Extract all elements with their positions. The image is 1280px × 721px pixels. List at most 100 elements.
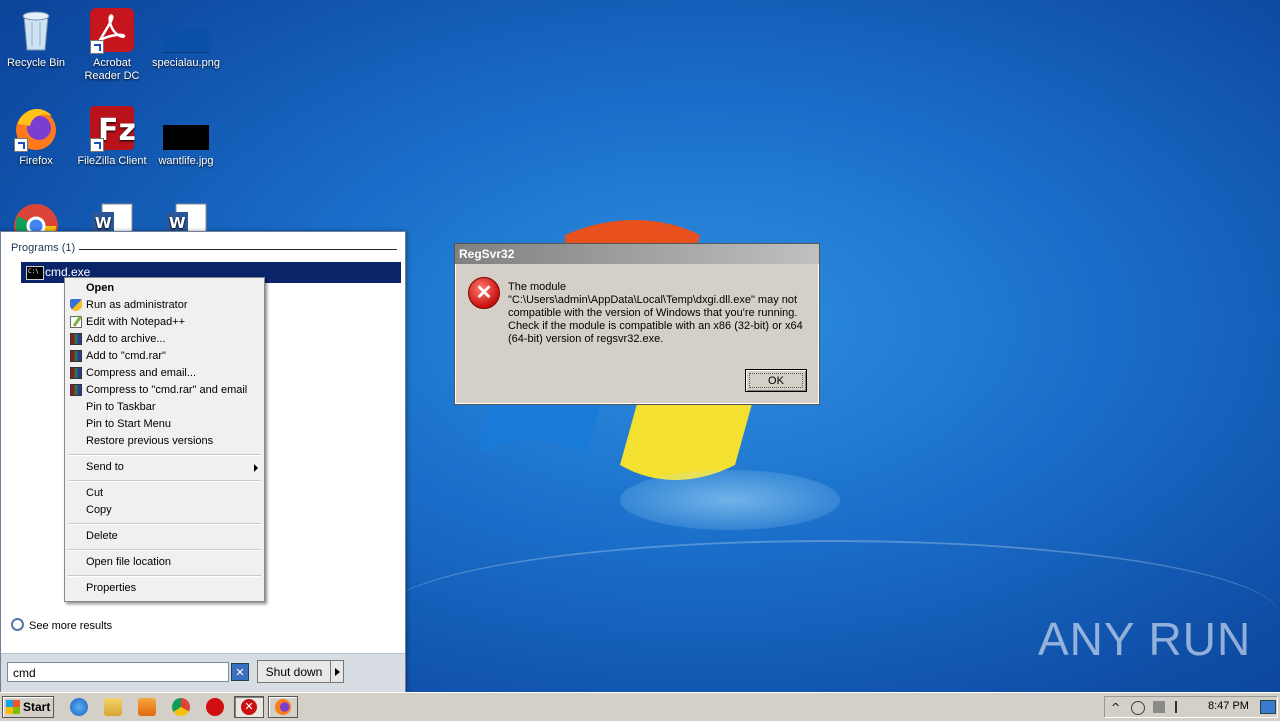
menu-separator bbox=[68, 523, 261, 525]
menu-item-label: Pin to Taskbar bbox=[86, 401, 156, 413]
menu-item-add-to-archive[interactable]: Add to archive... bbox=[65, 331, 264, 348]
submenu-arrow-icon bbox=[254, 464, 258, 472]
desktop-icon-label: wantlife.jpg bbox=[158, 155, 214, 167]
start-label: Start bbox=[23, 700, 51, 714]
stop-sign-icon[interactable] bbox=[206, 698, 224, 716]
menu-item-label: Open bbox=[86, 282, 115, 294]
image-file-icon bbox=[162, 104, 210, 152]
internet-explorer-icon[interactable] bbox=[70, 698, 88, 716]
desktop-icon-recycle-bin[interactable]: Recycle Bin bbox=[0, 6, 72, 70]
message-line: "C:\Users\admin\AppData\Local\Temp\dxgi.… bbox=[508, 294, 798, 306]
system-tray: ^ bbox=[1104, 696, 1278, 718]
taskbar: Start ✕ ^ 8:47 PM bbox=[0, 692, 1280, 721]
message-line: The module bbox=[508, 281, 567, 293]
shutdown-button[interactable]: Shut down bbox=[257, 660, 331, 683]
desktop-icon-label: Acrobat Reader DC bbox=[84, 57, 140, 82]
winrar-icon bbox=[70, 350, 82, 362]
file-explorer-icon[interactable] bbox=[104, 698, 122, 716]
menu-item-run-as-admin[interactable]: Run as administrator bbox=[65, 297, 264, 314]
menu-item-label: Edit with Notepad++ bbox=[86, 316, 186, 328]
recycle-bin-icon bbox=[12, 6, 60, 54]
menu-item-restore-versions[interactable]: Restore previous versions bbox=[65, 433, 264, 450]
menu-item-label: Cut bbox=[86, 487, 104, 499]
menu-separator bbox=[68, 549, 261, 551]
clear-search-icon[interactable]: ✕ bbox=[231, 663, 249, 681]
command-prompt-icon bbox=[26, 266, 44, 280]
show-desktop-icon[interactable] bbox=[1260, 700, 1276, 714]
shortcut-arrow-icon bbox=[14, 138, 28, 152]
dialog-message: The module "C:\Users\admin\AppData\Local… bbox=[508, 281, 808, 346]
menu-item-label: Run as administrator bbox=[86, 299, 188, 311]
menu-item-pin-start[interactable]: Pin to Start Menu bbox=[65, 416, 264, 433]
firefox-icon bbox=[275, 699, 291, 715]
action-center-flag-icon[interactable] bbox=[1175, 701, 1189, 713]
menu-item-open[interactable]: Open bbox=[65, 280, 264, 297]
dialog-title[interactable]: RegSvr32 bbox=[455, 244, 819, 264]
media-player-icon[interactable] bbox=[138, 698, 156, 716]
svg-text:W: W bbox=[95, 214, 112, 232]
see-more-results-link[interactable]: See more results bbox=[11, 618, 112, 632]
desktop-icon-filezilla[interactable]: Fz FileZilla Client bbox=[76, 104, 148, 168]
desktop-icon-wantlife[interactable]: wantlife.jpg bbox=[150, 104, 222, 168]
desktop-icon-firefox[interactable]: Firefox bbox=[0, 104, 72, 168]
message-line: compatible with the version of Windows t… bbox=[508, 307, 798, 319]
wallpaper-glow bbox=[620, 470, 840, 530]
programs-header: Programs (1) bbox=[11, 242, 76, 254]
menu-item-label: Properties bbox=[86, 582, 137, 594]
shutdown-options-chevron-icon[interactable] bbox=[330, 660, 344, 683]
ok-button[interactable]: OK bbox=[745, 369, 807, 392]
see-more-label: See more results bbox=[29, 620, 113, 632]
image-file-icon bbox=[162, 6, 210, 54]
menu-item-edit-notepad[interactable]: Edit with Notepad++ bbox=[65, 314, 264, 331]
menu-item-open-file-location[interactable]: Open file location bbox=[65, 554, 264, 571]
menu-item-send-to[interactable]: Send to bbox=[65, 459, 264, 476]
menu-item-properties[interactable]: Properties bbox=[65, 580, 264, 597]
menu-item-cut[interactable]: Cut bbox=[65, 485, 264, 502]
menu-item-compress-cmd-rar-email[interactable]: Compress to "cmd.rar" and email bbox=[65, 382, 264, 399]
windows-flag-icon bbox=[6, 700, 20, 714]
start-menu-footer: cmd ✕ Shut down bbox=[1, 653, 405, 692]
menu-item-pin-taskbar[interactable]: Pin to Taskbar bbox=[65, 399, 264, 416]
taskbar-firefox-button[interactable] bbox=[268, 696, 298, 718]
chrome-icon[interactable] bbox=[172, 698, 190, 716]
search-icon bbox=[11, 618, 24, 631]
menu-item-label: Compress and email... bbox=[86, 367, 197, 379]
shortcut-arrow-icon bbox=[90, 40, 104, 54]
menu-item-label: Send to bbox=[86, 461, 124, 473]
divider bbox=[79, 249, 397, 250]
menu-item-label: Compress to "cmd.rar" and email bbox=[86, 384, 248, 396]
menu-item-label: Pin to Start Menu bbox=[86, 418, 171, 430]
menu-item-label: Open file location bbox=[86, 556, 171, 568]
menu-item-delete[interactable]: Delete bbox=[65, 528, 264, 545]
menu-separator bbox=[68, 575, 261, 577]
menu-separator bbox=[68, 480, 261, 482]
uac-shield-icon bbox=[70, 299, 82, 311]
message-line: (64-bit) version of regsvr32.exe. bbox=[508, 333, 664, 345]
menu-item-add-to-cmd-rar[interactable]: Add to "cmd.rar" bbox=[65, 348, 264, 365]
error-icon: ✕ bbox=[241, 699, 257, 715]
winrar-icon bbox=[70, 367, 82, 379]
desktop-icon-specialau[interactable]: specialau.png bbox=[150, 6, 222, 70]
desktop-icon-label: Recycle Bin bbox=[6, 57, 66, 69]
desktop-icon-label: specialau.png bbox=[152, 57, 220, 69]
filezilla-icon: Fz bbox=[88, 104, 136, 152]
menu-item-label: Restore previous versions bbox=[86, 435, 214, 447]
acrobat-icon bbox=[88, 6, 136, 54]
desktop-icon-acrobat[interactable]: Acrobat Reader DC bbox=[76, 6, 148, 83]
winrar-icon bbox=[70, 384, 82, 396]
start-search-input[interactable]: cmd bbox=[7, 662, 229, 682]
menu-item-copy[interactable]: Copy bbox=[65, 502, 264, 519]
firefox-icon bbox=[12, 104, 60, 152]
winrar-icon bbox=[70, 333, 82, 345]
volume-icon[interactable] bbox=[1131, 701, 1145, 715]
taskbar-regsvr32-button[interactable]: ✕ bbox=[234, 696, 264, 718]
show-hidden-icons-chevron-icon[interactable]: ^ bbox=[1111, 701, 1123, 714]
menu-item-label: Copy bbox=[86, 504, 112, 516]
menu-item-label: Add to archive... bbox=[86, 333, 166, 345]
watermark-text: ANY RUN bbox=[1038, 613, 1252, 665]
menu-item-compress-email[interactable]: Compress and email... bbox=[65, 365, 264, 382]
start-button[interactable]: Start bbox=[2, 696, 54, 718]
clock[interactable]: 8:47 PM bbox=[1208, 700, 1249, 712]
network-icon[interactable] bbox=[1153, 701, 1165, 713]
menu-item-label: Add to "cmd.rar" bbox=[86, 350, 166, 362]
